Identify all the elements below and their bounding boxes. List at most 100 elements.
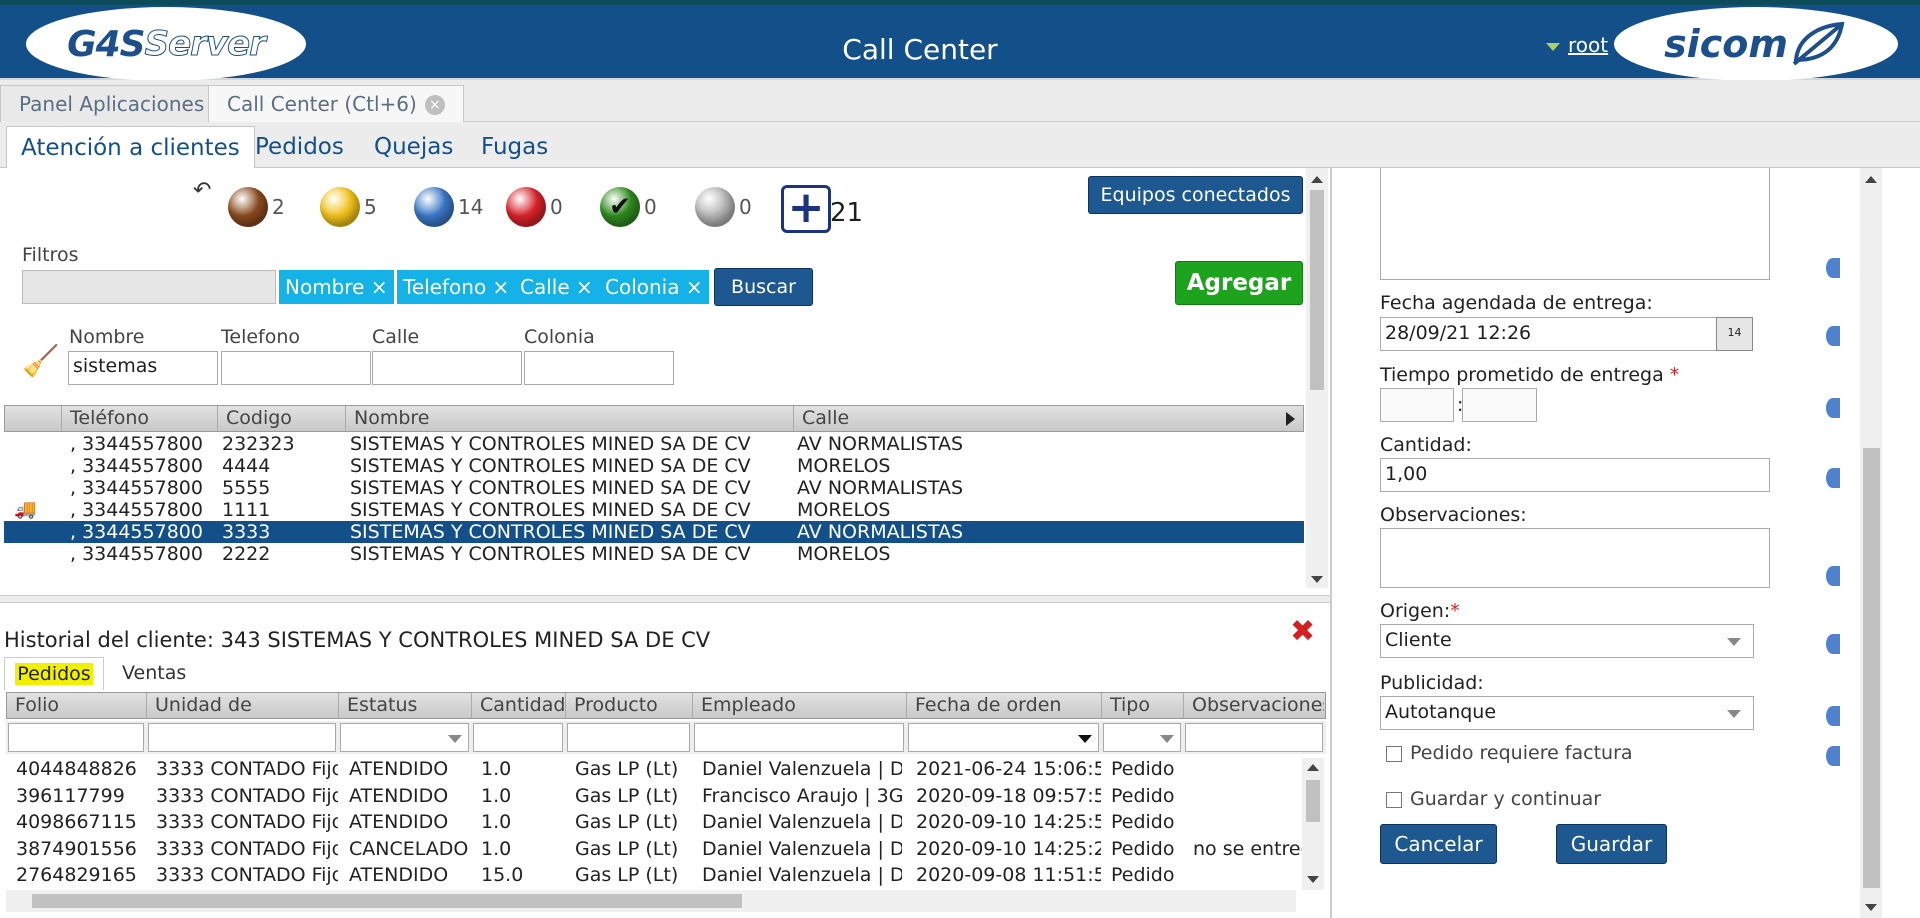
client-row[interactable]: , 3344557800 2222 SISTEMAS Y CONTROLES MIN… bbox=[4, 543, 1304, 565]
tab-call-center[interactable]: Call Center (Ctl+6) × bbox=[208, 85, 464, 122]
cantidad-input[interactable]: 1,00 bbox=[1380, 458, 1770, 492]
status-counter[interactable]: ✔ 0 bbox=[600, 182, 657, 232]
col-telefono[interactable]: Teléfono bbox=[62, 406, 218, 431]
equipos-conectados-button[interactable]: Equipos conectados bbox=[1088, 176, 1303, 214]
scroll-down-icon[interactable] bbox=[1865, 904, 1877, 911]
guardar-continuar-checkbox[interactable] bbox=[1386, 792, 1402, 808]
history-row[interactable]: 396117799 3333 CONTADO Fijo ATENDIDO 1.0 Gas… bbox=[6, 785, 1306, 807]
col-codigo[interactable]: Codigo bbox=[218, 406, 346, 431]
history-tab-ventas[interactable]: Ventas bbox=[122, 657, 186, 689]
notes-textarea[interactable] bbox=[1380, 168, 1770, 280]
client-row[interactable]: 🚚 , 3344557800 1111 SISTEMAS Y CONTROLES MI… bbox=[4, 499, 1304, 521]
scroll-up-icon[interactable] bbox=[1307, 764, 1319, 771]
telefono-input[interactable] bbox=[221, 351, 371, 385]
status-counter[interactable]: 2 bbox=[228, 182, 285, 232]
scroll-down-icon[interactable] bbox=[1311, 576, 1323, 583]
help-icon[interactable] bbox=[1826, 706, 1840, 726]
close-history-icon[interactable]: ✖ bbox=[1290, 614, 1315, 649]
scroll-thumb[interactable] bbox=[1306, 780, 1320, 822]
calle-input[interactable] bbox=[372, 351, 522, 385]
col-nombre[interactable]: Nombre bbox=[346, 406, 794, 431]
filter-chip-nombre[interactable]: Nombre × bbox=[279, 270, 394, 304]
filter-input[interactable] bbox=[22, 270, 276, 304]
history-grid-vscroll[interactable] bbox=[1302, 758, 1324, 890]
calendar-icon[interactable]: 14 bbox=[1716, 317, 1753, 351]
filter-chip-colonia[interactable]: Colonia × bbox=[599, 270, 709, 304]
filter-estatus[interactable] bbox=[340, 723, 469, 752]
buscar-button[interactable]: Buscar bbox=[714, 268, 813, 306]
filter-unidad[interactable] bbox=[148, 723, 336, 752]
client-row[interactable]: , 3344557800 3333 SISTEMAS Y CONTROLES MIN… bbox=[4, 521, 1304, 543]
col-calle[interactable]: Calle bbox=[794, 406, 1304, 431]
nombre-input[interactable]: sistemas bbox=[68, 351, 218, 385]
close-tab-icon[interactable]: × bbox=[424, 95, 445, 115]
filter-cantidad[interactable] bbox=[473, 723, 563, 752]
scroll-thumb[interactable] bbox=[1863, 448, 1880, 888]
scroll-up-icon[interactable] bbox=[1865, 176, 1877, 183]
filter-chip-telefono[interactable]: Telefono × bbox=[397, 270, 516, 304]
refresh-icon[interactable]: ↶ bbox=[193, 178, 211, 203]
col-observaciones[interactable]: Observaciones bbox=[1184, 693, 1324, 718]
panel-splitter[interactable] bbox=[0, 595, 1330, 603]
tab-panel-aplicaciones[interactable]: Panel Aplicaciones bbox=[0, 85, 224, 122]
clear-broom-icon[interactable]: 🧹 bbox=[22, 344, 59, 379]
status-counter[interactable]: 0 bbox=[695, 182, 752, 232]
tab-atencion-clientes[interactable]: Atención a clientes bbox=[6, 126, 255, 168]
help-icon[interactable] bbox=[1826, 634, 1840, 654]
col-empleado[interactable]: Empleado bbox=[693, 693, 907, 718]
client-row[interactable]: , 3344557800 4444 SISTEMAS Y CONTROLES MIN… bbox=[4, 455, 1304, 477]
filter-chip-calle[interactable]: Calle × bbox=[514, 270, 599, 304]
col-fecha[interactable]: Fecha de orden bbox=[907, 693, 1102, 718]
user-menu-link[interactable]: root bbox=[1568, 33, 1608, 57]
history-row[interactable]: 2764829165 3333 CONTADO Fijo ATENDIDO 15.0 G… bbox=[6, 864, 1306, 886]
fecha-input[interactable]: 28/09/21 12:26 bbox=[1380, 317, 1717, 351]
filter-fecha[interactable] bbox=[908, 723, 1099, 752]
help-icon[interactable] bbox=[1826, 326, 1840, 346]
scroll-thumb[interactable] bbox=[1310, 190, 1324, 390]
user-menu-caret-icon[interactable] bbox=[1546, 43, 1560, 51]
origen-select[interactable]: Cliente bbox=[1380, 624, 1754, 658]
client-row[interactable]: , 3344557800 5555 SISTEMAS Y CONTROLES MIN… bbox=[4, 477, 1304, 499]
form-scrollbar[interactable] bbox=[1860, 168, 1882, 918]
help-icon[interactable] bbox=[1826, 258, 1840, 278]
help-icon[interactable] bbox=[1826, 468, 1840, 488]
help-icon[interactable] bbox=[1826, 398, 1840, 418]
filter-folio[interactable] bbox=[8, 723, 144, 752]
filter-empleado[interactable] bbox=[694, 723, 904, 752]
tab-quejas[interactable]: Quejas bbox=[360, 126, 467, 168]
status-counter[interactable]: 5 bbox=[320, 182, 377, 232]
col-unidad[interactable]: Unidad de recepción bbox=[147, 693, 339, 741]
scroll-thumb[interactable] bbox=[32, 894, 742, 908]
help-icon[interactable] bbox=[1826, 566, 1840, 586]
help-icon[interactable] bbox=[1826, 746, 1840, 766]
filter-tipo[interactable] bbox=[1103, 723, 1181, 752]
tiempo-minutos-input[interactable] bbox=[1462, 388, 1537, 422]
add-plus-icon[interactable]: + bbox=[781, 185, 831, 233]
status-counter[interactable]: 0 bbox=[506, 182, 563, 232]
col-cantidad[interactable]: Cantidad bbox=[472, 693, 566, 718]
filter-observaciones[interactable] bbox=[1185, 723, 1323, 752]
tab-pedidos[interactable]: Pedidos bbox=[241, 126, 358, 168]
col-folio[interactable]: Folio bbox=[7, 693, 147, 718]
colonia-input[interactable] bbox=[524, 351, 674, 385]
col-producto[interactable]: Producto bbox=[566, 693, 693, 718]
history-tab-pedidos[interactable]: Pedidos bbox=[4, 657, 104, 690]
history-grid-hscroll[interactable] bbox=[6, 890, 1296, 912]
scroll-down-icon[interactable] bbox=[1307, 876, 1319, 883]
client-row[interactable]: , 3344557800 232323 SISTEMAS Y CONTROLES M… bbox=[4, 433, 1304, 455]
filter-producto[interactable] bbox=[567, 723, 690, 752]
history-row[interactable]: 4044848826 3333 CONTADO Fijo ATENDIDO 1.0 Ga… bbox=[6, 758, 1306, 780]
factura-checkbox[interactable] bbox=[1386, 746, 1402, 762]
col-tipo[interactable]: Tipo bbox=[1102, 693, 1184, 718]
status-counter[interactable]: 14 bbox=[414, 182, 483, 232]
scroll-up-icon[interactable] bbox=[1311, 176, 1323, 183]
col-estatus[interactable]: Estatus bbox=[339, 693, 472, 718]
tiempo-horas-input[interactable] bbox=[1380, 388, 1454, 422]
history-row[interactable]: 4098667115 3333 CONTADO Fijo ATENDIDO 1.0 Ga… bbox=[6, 811, 1306, 833]
publicidad-select[interactable]: Autotanque bbox=[1380, 696, 1754, 730]
guardar-button[interactable]: Guardar bbox=[1556, 824, 1667, 864]
tab-fugas[interactable]: Fugas bbox=[467, 126, 562, 168]
agregar-button[interactable]: Agregar bbox=[1175, 261, 1303, 305]
history-row[interactable]: 3874901556 3333 CONTADO Fijo CANCELADO 1.0 G… bbox=[6, 838, 1306, 860]
cancelar-button[interactable]: Cancelar bbox=[1380, 824, 1497, 864]
